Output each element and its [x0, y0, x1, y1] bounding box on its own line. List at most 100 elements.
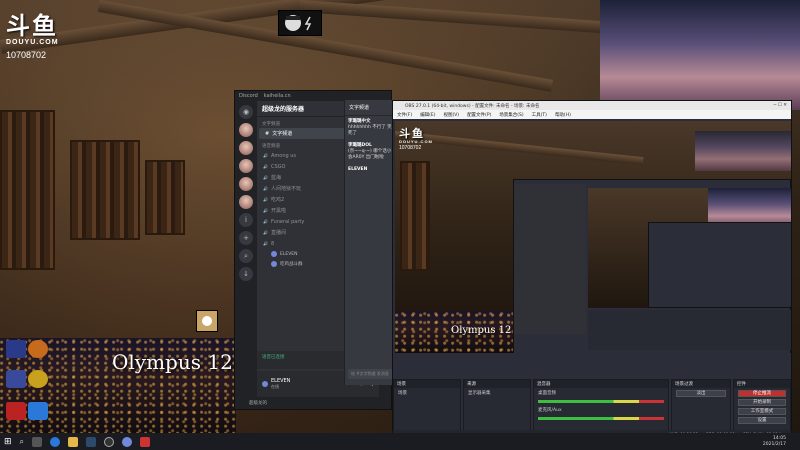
search-icon[interactable]: ⌕	[20, 437, 24, 447]
add-server-icon[interactable]: +	[239, 231, 253, 245]
voice-channel-label: 蓝海	[270, 175, 281, 181]
info-icon[interactable]: i	[239, 213, 253, 227]
chat-header: 文字频道	[345, 100, 398, 116]
search-icon[interactable]: ⌕	[239, 249, 253, 263]
speaker-icon: 🔊	[263, 208, 268, 213]
app-icon[interactable]	[140, 436, 151, 447]
chat-input[interactable]: 给 #文字频道 发消息	[348, 369, 395, 379]
speaker-icon: 🔊	[263, 241, 268, 246]
source-item[interactable]: 显示器采集	[464, 388, 530, 398]
obs-menu-item[interactable]: 配置文件(P)	[467, 112, 491, 118]
avatar[interactable]	[262, 381, 268, 387]
guild-avatar[interactable]	[239, 195, 253, 209]
chat-message: ELEVEN	[345, 164, 398, 176]
avatar	[271, 251, 277, 257]
nested-obs-preview	[513, 179, 791, 353]
user-status: 在线	[271, 384, 279, 389]
settings-button[interactable]: 设置	[738, 417, 786, 424]
desktop-app-icon[interactable]	[6, 340, 26, 358]
desktop-app-icon[interactable]	[28, 370, 48, 388]
obs-icon[interactable]	[104, 436, 115, 447]
chat-message: 李璐璐DOL (奈~~q-~) 哪个话小 会AR0Y 出门啦啦	[345, 140, 398, 164]
download-icon[interactable]: ↓	[239, 267, 253, 281]
discord-icon[interactable]	[122, 436, 133, 447]
pirate-avatar-icon	[285, 15, 312, 31]
douyu-domain: DOUYU.COM	[6, 39, 59, 46]
speaker-icon: 🔊	[263, 197, 268, 202]
voice-channel-label: CSGO	[270, 163, 286, 170]
discord-footer: 超级龙的	[235, 397, 391, 409]
preview-domain: DOUYU.COM	[399, 139, 433, 144]
guild-avatar[interactable]	[239, 159, 253, 173]
sources-dock-title: 来源	[464, 380, 530, 388]
mixer-dock-title: 混音器	[534, 380, 668, 388]
speaker-icon: 🔊	[263, 230, 268, 235]
system-tray-clock[interactable]: 14:05 2021/2/17	[763, 436, 800, 448]
game-item-icon	[196, 310, 218, 332]
desktop-app-icon[interactable]	[6, 402, 26, 420]
bookshelf	[0, 110, 55, 270]
stop-streaming-button[interactable]: 停止推流	[738, 390, 786, 397]
douyu-logo: 斗鱼 DOUYU.COM 10708702	[6, 6, 59, 60]
folder-icon[interactable]	[68, 436, 79, 447]
douyu-room-id: 10708702	[6, 50, 47, 60]
ceiling-beam	[299, 0, 620, 35]
voice-channel-label: 人间地狱不玩	[270, 186, 301, 192]
guild-avatar[interactable]	[239, 177, 253, 191]
avatar	[271, 261, 277, 267]
obs-menu-item[interactable]: 工具(T)	[532, 112, 547, 118]
taskbar: ⊞ ⌕ 14:05 2021/2/17	[0, 433, 800, 450]
desktop-app-icon[interactable]	[28, 340, 48, 358]
guild-avatar[interactable]	[239, 123, 253, 137]
chat-message: 李璐璐中文 hhhhhhhh 不行了 笑死了	[345, 116, 398, 140]
obs-preview[interactable]: 斗鱼 DOUYU.COM 10708702 Olympus 12 I	[395, 121, 791, 353]
sources-dock: 来源 显示器采集	[463, 379, 531, 435]
obs-menu-item[interactable]: 帮助(H)	[555, 112, 571, 118]
bookshelf	[145, 160, 185, 235]
voice-channel-label: Funeral party	[270, 218, 305, 225]
guild-avatar[interactable]	[239, 141, 253, 155]
voice-channel-label: 直播间	[270, 230, 286, 236]
discord-window-url: kaiheila.cn	[263, 93, 291, 99]
douyu-logo-text: 斗鱼	[6, 13, 58, 40]
desktop-app-icon[interactable]	[6, 370, 26, 388]
transitions-dock-title: 场景过渡	[672, 380, 730, 388]
steam-icon[interactable]	[86, 436, 97, 447]
obs-menu-item[interactable]: 场景集合(S)	[499, 112, 523, 118]
hand-icon	[202, 316, 212, 326]
hash-icon: #	[265, 130, 270, 137]
browser-icon[interactable]	[50, 436, 61, 447]
chat-channel-name: 文字频道	[349, 105, 370, 111]
preview-douyu-logo: 斗鱼 DOUYU.COM 10708702	[399, 125, 433, 151]
taskview-icon[interactable]	[32, 436, 43, 447]
obs-window-title: OBS 27.0.1 (64-bit, windows) - 配置文件: 未命名…	[405, 103, 540, 109]
start-recording-button[interactable]: 开始录制	[738, 399, 786, 406]
speaker-icon: 🔊	[263, 153, 268, 158]
footer-text: 超级龙的	[249, 401, 267, 406]
clock-date: 2021/2/17	[762, 441, 786, 447]
discord-home-icon[interactable]: ◉	[239, 105, 253, 119]
scene-item[interactable]: 场景	[394, 388, 460, 398]
window-controls-icon[interactable]: ─ ☐ ✕	[774, 103, 791, 108]
preview-sky	[695, 131, 791, 171]
desktop-app-icon[interactable]	[28, 402, 48, 420]
obs-menu-item[interactable]: 文件(F)	[397, 112, 412, 118]
obs-menu-item[interactable]: 编辑(E)	[420, 112, 435, 118]
windows-start-icon[interactable]: ⊞	[4, 437, 12, 447]
obs-menu-item[interactable]: 视图(V)	[443, 112, 459, 118]
discord-window-title: Discord	[239, 93, 258, 99]
mixer-dock: 混音器 桌面音频 麦克风/Aux	[533, 379, 669, 435]
nested-docks	[588, 310, 791, 350]
controls-dock: 控件 停止推流 开始录制 工作室模式 设置	[733, 379, 791, 435]
nested-obs-inner	[648, 222, 791, 308]
server-name: 超级龙的服务器	[262, 106, 305, 113]
bookshelf	[400, 161, 430, 271]
studio-mode-button[interactable]: 工作室模式	[738, 408, 786, 415]
voice-channel-label: 吃鸡2	[270, 197, 285, 203]
speaker-icon: 🔊	[263, 219, 268, 224]
sunset-sky	[600, 0, 800, 110]
voice-status-text: 语音已连接	[262, 355, 285, 360]
preview-overlay-title: Olympus 12 I	[451, 325, 519, 336]
audio-meter	[538, 400, 664, 403]
transition-select[interactable]: 淡出	[676, 390, 726, 397]
